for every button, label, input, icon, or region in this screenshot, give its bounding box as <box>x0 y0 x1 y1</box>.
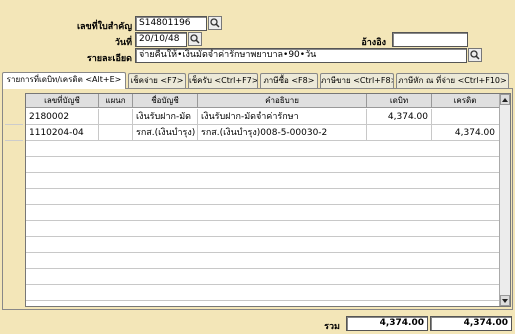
cell-account-name[interactable]: เงินรับฝาก-มัด <box>133 109 198 125</box>
table-row[interactable] <box>26 253 510 269</box>
table-row[interactable] <box>26 221 510 237</box>
cell-account-no[interactable]: 1110204-04 <box>26 125 99 141</box>
cell-account-name[interactable]: รกส.(เงินบำรุง) <box>133 125 198 141</box>
total-debit-field: 4,374.00 <box>346 316 428 331</box>
doc-no-label: เลขที่ใบสำคัญ <box>76 22 132 32</box>
table-row[interactable] <box>26 285 510 301</box>
tab-bar: รายการที่เดบิท/เครดิต <Alt+E> เช็คจ่าย <… <box>2 72 513 89</box>
search-icon <box>470 50 480 60</box>
vertical-scrollbar[interactable] <box>499 94 510 306</box>
table-row[interactable] <box>26 157 510 173</box>
cell-description[interactable]: เงินรับฝาก-มัดจำค่ารักษา <box>198 109 367 125</box>
cell-debit[interactable] <box>367 125 432 141</box>
tab-sales-tax[interactable]: ภาษีขาย <Ctrl+F8> <box>320 73 394 88</box>
row-marker <box>5 109 23 125</box>
col-credit[interactable]: เครดิต <box>432 94 498 108</box>
date-label: วันที่ <box>114 38 132 48</box>
journal-grid: เลขที่บัญชี แผนก ชื่อบัญชี คำอธิบาย เดบิ… <box>25 93 511 307</box>
search-icon <box>210 18 220 28</box>
arrow-down-icon <box>502 298 508 303</box>
search-icon <box>190 34 200 44</box>
total-credit-field: 4,374.00 <box>430 316 512 331</box>
arrow-up-icon <box>502 97 508 102</box>
cell-account-no[interactable]: 2180002 <box>26 109 99 125</box>
cell-debit[interactable]: 4,374.00 <box>367 109 432 125</box>
desc-field[interactable]: จ่ายคืนให้•เงินมัดจำค่ารักษาพยาบาล•90•วั… <box>135 48 467 63</box>
table-row[interactable] <box>26 141 510 157</box>
row-marker <box>5 125 23 141</box>
ref-field[interactable] <box>392 32 468 47</box>
tab-withholding-tax[interactable]: ภาษีหัก ณ ที่จ่าย <Ctrl+F10> <box>396 73 509 88</box>
desc-lookup-button[interactable] <box>468 48 482 62</box>
date-picker-button[interactable] <box>188 32 202 46</box>
col-account-name[interactable]: ชื่อบัญชี <box>133 94 198 108</box>
cell-dept[interactable] <box>99 109 133 125</box>
date-field[interactable]: 20/10/48 <box>135 32 187 47</box>
col-description[interactable]: คำอธิบาย <box>198 94 367 108</box>
tab-debit-credit[interactable]: รายการที่เดบิท/เครดิต <Alt+E> <box>2 72 126 89</box>
table-row[interactable] <box>26 269 510 285</box>
cell-credit[interactable]: 4,374.00 <box>432 125 498 141</box>
total-label: รวม <box>324 322 340 332</box>
doc-no-field[interactable]: S14801196 <box>135 16 207 31</box>
table-row[interactable]: 1110204-04 รกส.(เงินบำรุง) รกส.(เงินบำรุ… <box>26 125 510 141</box>
grid-header: เลขที่บัญชี แผนก ชื่อบัญชี คำอธิบาย เดบิ… <box>26 94 510 108</box>
cell-description[interactable]: รกส.(เงินบำรุง)008-5-00030-2 <box>198 125 367 141</box>
col-account-no[interactable]: เลขที่บัญชี <box>26 94 99 108</box>
table-row[interactable]: 2180002 เงินรับฝาก-มัด เงินรับฝาก-มัดจำค… <box>26 109 510 125</box>
scroll-down-button[interactable] <box>500 295 510 306</box>
cell-dept[interactable] <box>99 125 133 141</box>
cell-credit[interactable] <box>432 109 498 125</box>
desc-label: รายละเอียด <box>86 54 132 64</box>
tab-purchase-tax[interactable]: ภาษีซื้อ <F8> <box>260 73 318 88</box>
table-row[interactable] <box>26 237 510 253</box>
table-row[interactable] <box>26 189 510 205</box>
table-row[interactable] <box>26 173 510 189</box>
col-dept[interactable]: แผนก <box>99 94 133 108</box>
ref-label: อ้างอิง <box>361 38 386 48</box>
table-row[interactable] <box>26 205 510 221</box>
tab-cheque-receive[interactable]: เช็ครับ <Ctrl+F7> <box>188 73 258 88</box>
tab-panel: เลขที่บัญชี แผนก ชื่อบัญชี คำอธิบาย เดบิ… <box>2 88 513 310</box>
col-debit[interactable]: เดบิท <box>367 94 432 108</box>
doc-no-lookup-button[interactable] <box>208 16 222 30</box>
tab-cheque-pay[interactable]: เช็คจ่าย <F7> <box>128 73 186 88</box>
scroll-up-button[interactable] <box>500 94 510 105</box>
